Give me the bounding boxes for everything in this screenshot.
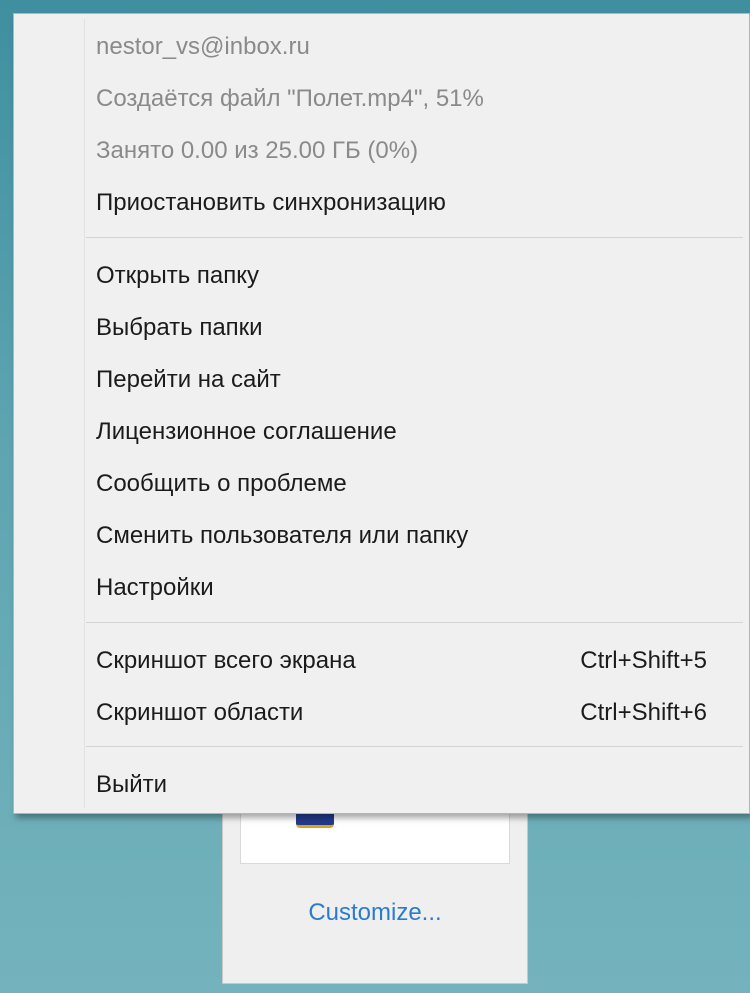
menu-item-choose-folders[interactable]: Выбрать папки [14,303,749,353]
report-problem-label: Сообщить о проблеме [96,470,347,497]
choose-folders-label: Выбрать папки [96,314,263,341]
menu-item-pause-sync[interactable]: Приостановить синхронизацию [14,178,749,228]
menu-item-exit[interactable]: Выйти [14,760,749,810]
menu-item-license[interactable]: Лицензионное соглашение [14,407,749,457]
account-label: nestor_vs@inbox.ru [96,33,310,60]
menu-item-report-problem[interactable]: Сообщить о проблеме [14,459,749,509]
menu-separator [86,237,743,238]
exit-label: Выйти [96,771,168,798]
menu-item-go-to-site[interactable]: Перейти на сайт [14,355,749,405]
pause-sync-label: Приостановить синхронизацию [96,189,446,216]
settings-label: Настройки [96,574,214,601]
menu-item-storage: Занято 0.00 из 25.00 ГБ (0%) [14,126,749,176]
screenshot-full-shortcut: Ctrl+Shift+5 [580,647,707,674]
screenshot-area-label: Скриншот области [96,699,304,726]
menu-item-screenshot-area[interactable]: Скриншот области Ctrl+Shift+6 [14,688,749,738]
menu-separator [86,622,743,623]
menu-item-open-folder[interactable]: Открыть папку [14,251,749,301]
customize-link[interactable]: Customize... [223,899,527,927]
upload-status-label: Создаётся файл "Полет.mp4", 51% [96,85,484,112]
context-menu: nestor_vs@inbox.ru Создаётся файл "Полет… [13,13,750,814]
license-label: Лицензионное соглашение [96,418,397,445]
menu-item-upload-status: Создаётся файл "Полет.mp4", 51% [14,74,749,124]
menu-separator [86,746,743,747]
open-folder-label: Открыть папку [96,262,260,289]
menu-item-settings[interactable]: Настройки [14,563,749,613]
screenshot-area-shortcut: Ctrl+Shift+6 [580,699,707,726]
menu-item-screenshot-full[interactable]: Скриншот всего экрана Ctrl+Shift+5 [14,636,749,686]
menu-item-change-user[interactable]: Сменить пользователя или папку [14,511,749,561]
menu-item-account: nestor_vs@inbox.ru [14,22,749,72]
change-user-label: Сменить пользователя или папку [96,522,469,549]
screenshot-full-label: Скриншот всего экрана [96,647,356,674]
storage-label: Занято 0.00 из 25.00 ГБ (0%) [96,137,419,164]
go-to-site-label: Перейти на сайт [96,366,281,393]
